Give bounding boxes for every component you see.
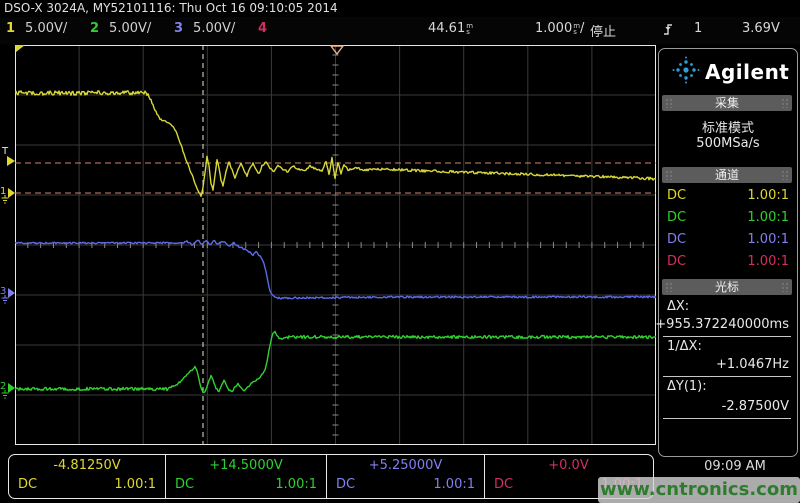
trigger-edge-icon [662, 20, 675, 41]
cursor-dy-value: -2.87500V [722, 399, 789, 414]
channel4-coupling: DC [494, 477, 513, 492]
channel1-panel[interactable]: -4.81250V DC 1.00:1 [9, 455, 165, 498]
channel2-scale-button[interactable]: 2 5.00V/ [90, 21, 151, 40]
marker-2[interactable]: 2 [0, 377, 16, 399]
marker-3[interactable]: 3 [0, 282, 16, 304]
divider [663, 376, 791, 377]
channel2-panel[interactable]: +14.5000V DC 1.00:1 [165, 455, 326, 498]
run-state-indicator: 停止 [590, 21, 616, 40]
divider [663, 336, 791, 337]
channel3-scale: 5.00V/ [193, 21, 235, 36]
delay-ref-marker [15, 45, 25, 52]
brand-row: Agilent [659, 53, 797, 91]
channel1-scale-button[interactable]: 1 5.00V/ [6, 21, 67, 40]
channel1-offset-value: -4.81250V [9, 458, 165, 473]
channel2-offset-value: +14.5000V [166, 458, 326, 473]
divider [663, 418, 791, 419]
section-header-cursors[interactable]: 光标 [662, 279, 792, 295]
delay-readout[interactable]: 44.61ms [428, 21, 473, 36]
svg-text:T: T [1, 146, 9, 157]
grip-icon [781, 282, 789, 292]
channel4-coupling-row: DC1.00:1 [667, 254, 789, 274]
channel3-scale-button[interactable]: 3 5.00V/ [174, 21, 235, 40]
agilent-spark-icon [671, 55, 701, 85]
grip-icon [665, 98, 673, 108]
bottom-channel-panels: -4.81250V DC 1.00:1 +14.5000V DC 1.00:1 … [8, 454, 654, 499]
channel3-offset-value: +5.25000V [327, 458, 484, 473]
trigger-source[interactable]: 1 [694, 21, 702, 36]
window-title: DSO-X 3024A, MY52101116: Thu Oct 16 09:1… [4, 1, 338, 15]
watermark: www.cntronics.com [598, 477, 800, 503]
grip-icon [781, 170, 789, 180]
timebase-readout[interactable]: 1.000ms/ [535, 21, 584, 36]
marker-1[interactable]: 1 [0, 182, 16, 204]
brand-name: Agilent [705, 60, 789, 84]
cursor-dx-label: ΔX: [667, 299, 689, 314]
grip-icon [781, 98, 789, 108]
section-header-acquisition[interactable]: 采集 [662, 95, 792, 111]
channel4-offset-value: +0.0V [485, 458, 652, 473]
cursor-dy-label: ΔY(1): [667, 379, 707, 394]
cursor-invdx-label: 1/ΔX: [667, 339, 702, 354]
channel2-scale: 5.00V/ [109, 21, 151, 36]
grip-icon [665, 170, 673, 180]
acquisition-mode: 标准模式 [659, 117, 797, 136]
channel4-scale-button[interactable]: 4 [258, 21, 277, 40]
sidebar-menu: Agilent 采集 标准模式 500MSa/s 通道 DC1.00:1 DC1… [658, 48, 798, 457]
channel2-number: 2 [90, 21, 99, 36]
channel2-coupling: DC [175, 477, 194, 492]
channel3-number: 3 [174, 21, 183, 36]
channel2-coupling-row: DC1.00:1 [667, 210, 789, 230]
channel3-probe: 1.00:1 [433, 477, 475, 492]
sample-rate: 500MSa/s [659, 136, 797, 151]
channel3-coupling-row: DC1.00:1 [667, 232, 789, 252]
channel1-coupling-row: DC1.00:1 [667, 188, 789, 208]
marker-T[interactable]: T [0, 145, 16, 167]
channel3-coupling: DC [336, 477, 355, 492]
grip-icon [665, 282, 673, 292]
channel4-number: 4 [258, 21, 267, 36]
channel3-panel[interactable]: +5.25000V DC 1.00:1 [326, 455, 484, 498]
cursor-invdx-value: +1.0467Hz [716, 357, 789, 372]
channel1-probe: 1.00:1 [114, 477, 156, 492]
status-bar: 1 5.00V/ 2 5.00V/ 3 5.00V/ 4 44.61ms 1.000m… [0, 17, 800, 44]
channel1-coupling: DC [18, 477, 37, 492]
channel2-probe: 1.00:1 [275, 477, 317, 492]
time-ref-marker [331, 46, 343, 54]
trigger-level-readout[interactable]: 3.69V [742, 21, 780, 36]
section-header-channels[interactable]: 通道 [662, 167, 792, 183]
clock: 09:09 AM [676, 459, 794, 474]
channel1-number: 1 [6, 21, 15, 36]
cursor-dx-value: +955.372240000ms [655, 317, 789, 332]
waveform-display [15, 45, 656, 445]
channel1-scale: 5.00V/ [25, 21, 67, 36]
